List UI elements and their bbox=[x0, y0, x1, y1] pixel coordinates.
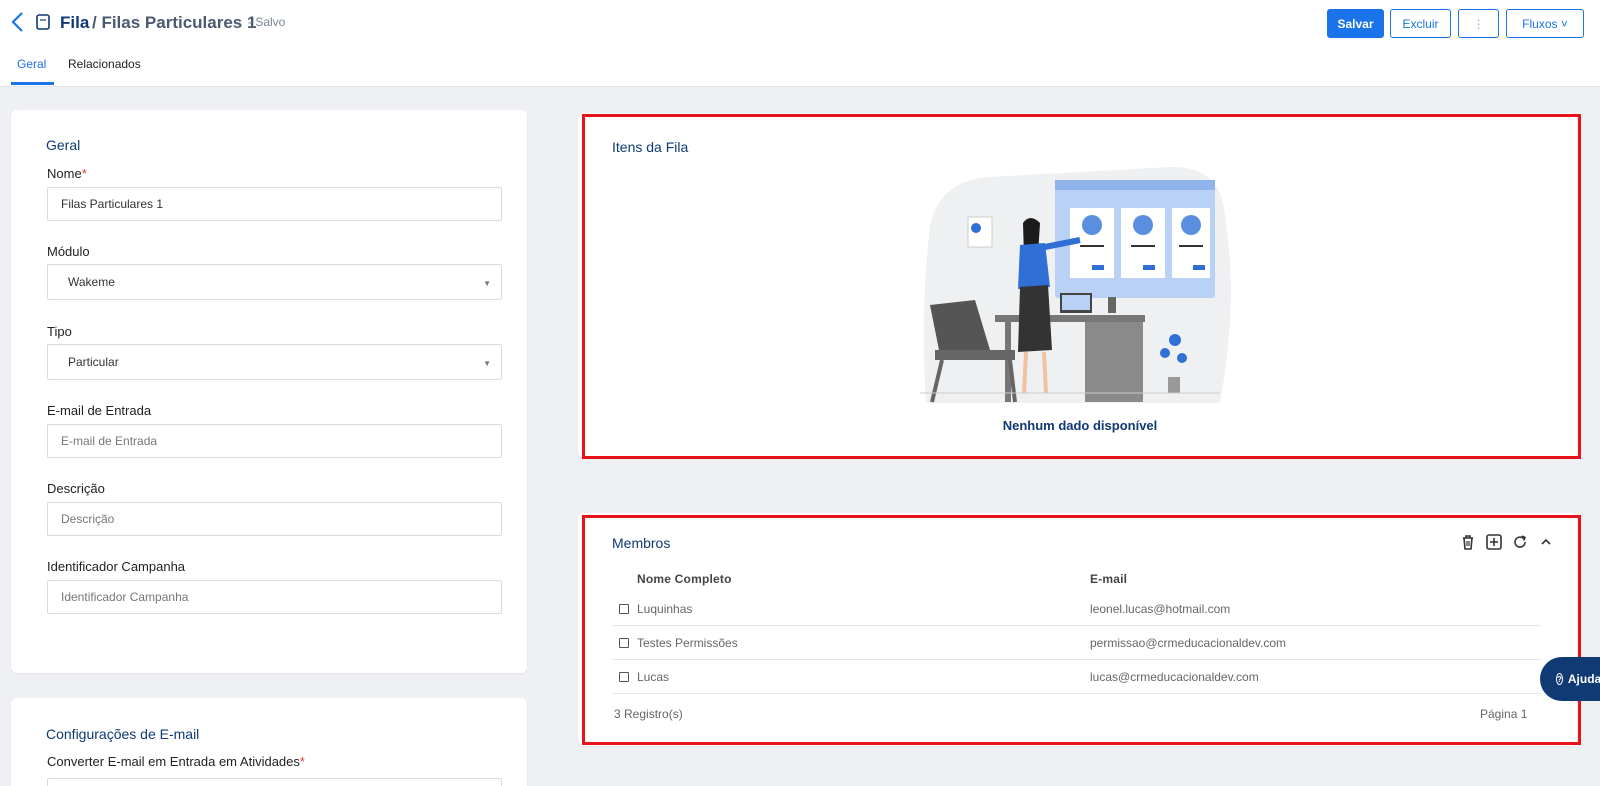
table-row[interactable]: Luquinhas leonel.lucas@hotmail.com bbox=[612, 592, 1541, 626]
help-button[interactable]: ? Ajuda bbox=[1540, 657, 1600, 701]
active-tab-indicator bbox=[11, 82, 54, 85]
type-select[interactable]: Particular ▼ bbox=[47, 344, 502, 380]
top-bar: Fila / Filas Particulares 1 - Salvo Salv… bbox=[0, 0, 1600, 87]
email-config-title: Configurações de E-mail bbox=[46, 726, 200, 742]
column-header-name[interactable]: Nome Completo bbox=[637, 572, 732, 586]
tab-relacionados[interactable]: Relacionados bbox=[68, 57, 141, 71]
email-config-card: Configurações de E-mail Converter E-mail… bbox=[11, 698, 527, 786]
campaign-id-input[interactable]: Identificador Campanha bbox=[47, 580, 502, 614]
more-options-button[interactable]: ⋮ bbox=[1458, 9, 1499, 38]
chevron-down-icon: ▼ bbox=[483, 359, 491, 368]
delete-button[interactable]: Excluir bbox=[1390, 9, 1451, 38]
module-label: Módulo bbox=[47, 244, 90, 259]
campaign-id-label: Identificador Campanha bbox=[47, 559, 186, 574]
general-form-card: Geral Nome* Filas Particulares 1 Módulo … bbox=[11, 110, 527, 673]
page-indicator: Página 1 bbox=[1480, 707, 1528, 721]
row-checkbox[interactable] bbox=[619, 604, 629, 614]
help-label: Ajuda bbox=[1567, 672, 1600, 686]
type-select-value: Particular bbox=[68, 355, 119, 369]
queue-items-title: Itens da Fila bbox=[612, 139, 689, 155]
convert-email-select[interactable] bbox=[47, 778, 502, 786]
inbound-email-input[interactable]: E-mail de Entrada bbox=[47, 424, 502, 458]
add-box-icon[interactable] bbox=[1485, 533, 1503, 551]
empty-state-text: Nenhum dado disponível bbox=[1002, 418, 1158, 433]
chevron-down-icon: ▼ bbox=[483, 279, 491, 288]
document-icon bbox=[36, 14, 50, 30]
record-count: 3 Registro(s) bbox=[614, 707, 683, 721]
help-icon: ? bbox=[1556, 673, 1563, 685]
trash-icon[interactable] bbox=[1459, 533, 1477, 551]
description-label: Descrição bbox=[47, 481, 105, 496]
flows-dropdown-button[interactable]: Fluxos ˅ bbox=[1506, 9, 1584, 38]
module-select[interactable]: Wakeme ▼ bbox=[47, 264, 502, 300]
member-email: permissao@crmeducacionaldev.com bbox=[1090, 636, 1287, 650]
type-label: Tipo bbox=[47, 324, 72, 339]
empty-state-illustration bbox=[920, 166, 1231, 403]
convert-email-label: Converter E-mail em Entrada em Atividade… bbox=[47, 754, 305, 769]
member-name: Lucas bbox=[637, 670, 670, 684]
table-row[interactable]: Lucas lucas@crmeducacionaldev.com bbox=[612, 660, 1541, 694]
tab-geral[interactable]: Geral bbox=[17, 57, 46, 71]
description-input[interactable]: Descrição bbox=[47, 502, 502, 536]
member-email: leonel.lucas@hotmail.com bbox=[1090, 602, 1231, 616]
name-input[interactable]: Filas Particulares 1 bbox=[47, 187, 502, 221]
member-name: Testes Permissões bbox=[637, 636, 738, 650]
refresh-icon[interactable] bbox=[1511, 533, 1529, 551]
back-arrow-icon[interactable] bbox=[8, 10, 28, 34]
row-checkbox[interactable] bbox=[619, 672, 629, 682]
module-select-value: Wakeme bbox=[68, 275, 115, 289]
breadcrumb-current: / Filas Particulares 1 bbox=[92, 13, 257, 32]
general-section-title: Geral bbox=[46, 137, 81, 153]
member-email: lucas@crmeducacionaldev.com bbox=[1090, 670, 1259, 684]
save-button[interactable]: Salvar bbox=[1327, 9, 1384, 38]
members-title: Membros bbox=[612, 535, 671, 551]
member-name: Luquinhas bbox=[637, 602, 693, 616]
inbound-email-label: E-mail de Entrada bbox=[47, 403, 152, 418]
name-label: Nome* bbox=[47, 166, 87, 181]
save-status: - Salvo bbox=[248, 15, 286, 29]
column-header-email[interactable]: E-mail bbox=[1090, 572, 1127, 586]
row-checkbox[interactable] bbox=[619, 638, 629, 648]
collapse-icon[interactable] bbox=[1537, 533, 1555, 551]
table-row[interactable]: Testes Permissões permissao@crmeducacion… bbox=[612, 626, 1541, 660]
breadcrumb-root[interactable]: Fila bbox=[60, 13, 89, 33]
